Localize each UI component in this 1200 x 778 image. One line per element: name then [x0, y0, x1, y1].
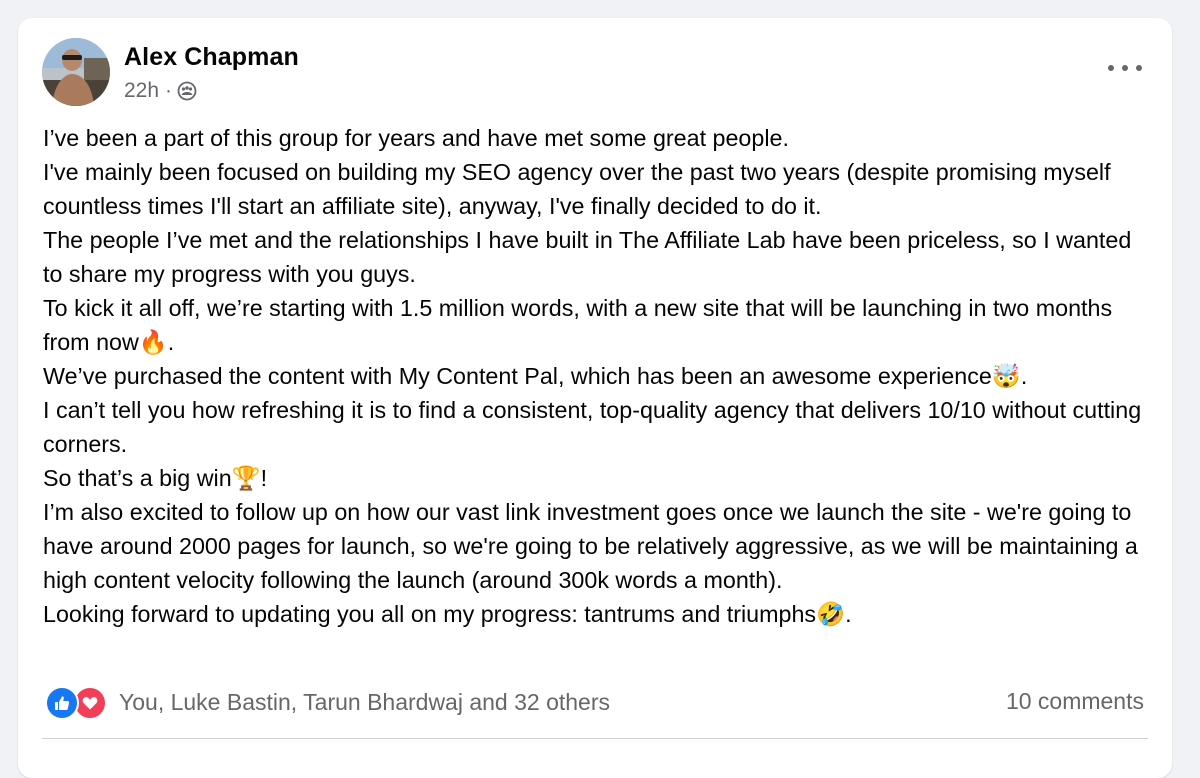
post-line: Looking forward to updating you all on m…: [43, 601, 852, 627]
post-line: I’ve been a part of this group for years…: [43, 125, 789, 151]
avatar-photo: [42, 38, 110, 106]
post-text: I’ve been a part of this group for years…: [43, 121, 1153, 631]
post-line: The people I’ve met and the relationship…: [43, 227, 1138, 287]
post-line: So that’s a big win🏆!: [43, 465, 268, 491]
post-line: I can’t tell you how refreshing it is to…: [43, 397, 1148, 457]
meta-separator: ·: [165, 79, 173, 102]
post-line: I've mainly been focused on building my …: [43, 159, 1118, 219]
reactions-summary[interactable]: You, Luke Bastin, Tarun Bhardwaj and 32 …: [45, 686, 610, 720]
post-card: Alex Chapman 22h · I’ve been a part of t…: [18, 18, 1172, 778]
reaction-names[interactable]: You, Luke Bastin, Tarun Bhardwaj and 32 …: [119, 689, 610, 716]
post-line: We’ve purchased the content with My Cont…: [43, 363, 1028, 389]
avatar[interactable]: [42, 38, 110, 106]
like-icon: [45, 686, 79, 720]
author-name[interactable]: Alex Chapman: [124, 43, 299, 72]
comments-count[interactable]: 10 comments: [1006, 688, 1144, 715]
reaction-icons: [45, 686, 107, 720]
post-line: To kick it all off, we’re starting with …: [43, 295, 1119, 355]
post-timestamp[interactable]: 22h: [124, 79, 159, 103]
divider: [42, 738, 1148, 739]
group-icon: [177, 81, 197, 101]
post-line: I’m also excited to follow up on how our…: [43, 499, 1145, 593]
more-options-icon[interactable]: [1108, 58, 1142, 78]
post-meta: 22h ·: [124, 79, 197, 103]
